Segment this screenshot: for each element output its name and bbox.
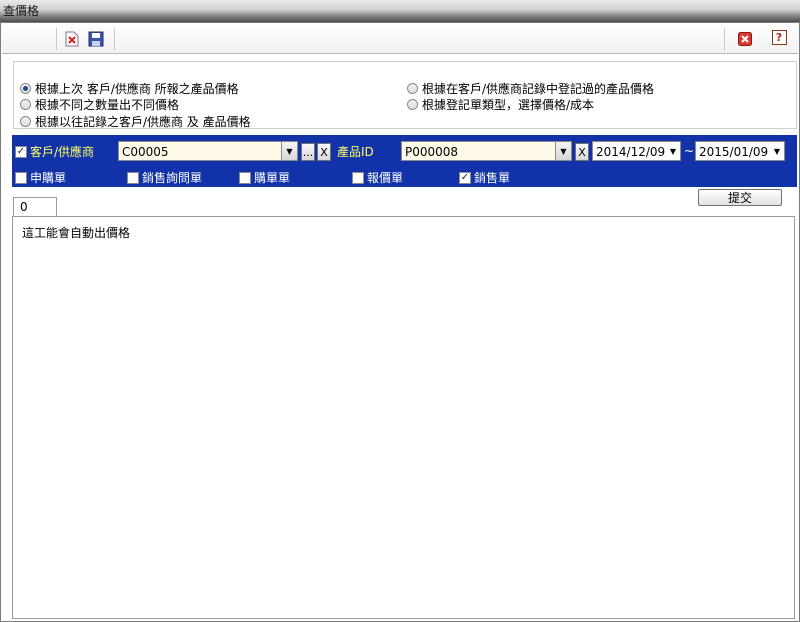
customer-clear-button[interactable]: X: [317, 143, 331, 161]
date-to-value: 2015/01/09: [699, 145, 769, 159]
checkbox[interactable]: [127, 171, 139, 184]
date-from-value: 2014/12/09: [596, 145, 666, 159]
doc-type-purchase-request[interactable]: 申購單: [15, 169, 66, 186]
radio-label: 根據登記單類型，選擇價格/成本: [422, 98, 595, 112]
delete-button[interactable]: [62, 29, 82, 49]
chevron-down-icon[interactable]: ▼: [555, 142, 571, 160]
radio-button[interactable]: [407, 99, 418, 110]
radio-quantity-price[interactable]: 根據不同之數量出不同價格: [20, 96, 179, 113]
doc-type-label: 申購單: [30, 171, 67, 185]
save-icon: [88, 31, 104, 47]
toolbar: ?: [2, 24, 798, 54]
chevron-down-icon[interactable]: ▼: [281, 142, 297, 160]
doc-type-label: 購單單: [254, 171, 291, 185]
toolbar-separator: [114, 28, 115, 50]
radio-label: 根據在客戶/供應商記錄中登記過的產品價格: [422, 82, 655, 96]
customer-combo[interactable]: C00005 ▼: [118, 141, 298, 161]
chevron-down-icon[interactable]: ▼: [670, 147, 676, 156]
save-button[interactable]: [86, 29, 106, 49]
submit-button[interactable]: 提交: [698, 189, 782, 206]
radio-doc-type-price[interactable]: 根據登記單類型，選擇價格/成本: [407, 96, 594, 113]
checkbox[interactable]: ✓: [459, 171, 471, 184]
radio-history-price[interactable]: 根據以往記錄之客戶/供應商 及 產品價格: [20, 113, 251, 130]
customer-label: 客戶/供應商: [30, 145, 95, 159]
delete-icon: [65, 31, 79, 47]
product-value: P000008: [405, 145, 459, 159]
close-button[interactable]: [735, 29, 755, 49]
date-to-picker[interactable]: 2015/01/09 ▼: [695, 141, 785, 161]
radio-button[interactable]: [20, 116, 31, 127]
doc-type-label: 報價單: [367, 171, 404, 185]
radio-label: 根據不同之數量出不同價格: [35, 98, 180, 112]
doc-type-label: 銷售詢問單: [142, 171, 203, 185]
toolbar-separator: [724, 28, 725, 50]
tab-0[interactable]: 0: [13, 197, 57, 217]
product-clear-button[interactable]: X: [575, 143, 589, 161]
doc-type-quotation[interactable]: 報價單: [352, 169, 403, 186]
doc-type-purchase-order[interactable]: 購單單: [239, 169, 290, 186]
customer-filter-toggle[interactable]: ✓ 客戶/供應商: [15, 143, 94, 160]
help-icon: ?: [771, 29, 787, 45]
radio-selected-dot: [23, 86, 28, 91]
radio-registered-price[interactable]: 根據在客戶/供應商記錄中登記過的產品價格: [407, 80, 654, 97]
checkbox[interactable]: [239, 171, 251, 184]
filter-panel: ✓ 客戶/供應商 C00005 ▼ ... X 產品ID P000008 ▼ X…: [12, 135, 797, 206]
doc-type-sales-inquiry[interactable]: 銷售詢問單: [127, 169, 202, 186]
radio-button[interactable]: [407, 83, 418, 94]
date-separator: ~: [684, 144, 695, 158]
chevron-down-icon[interactable]: ▼: [774, 147, 780, 156]
checkbox[interactable]: [352, 171, 364, 184]
product-label: 產品ID: [337, 145, 374, 159]
date-from-picker[interactable]: 2014/12/09 ▼: [592, 141, 681, 161]
doc-type-label: 銷售單: [474, 171, 511, 185]
price-rule-options: 根據上次 客戶/供應商 所報之產品價格 根據在客戶/供應商記錄中登記過的產品價格…: [13, 61, 797, 129]
product-combo[interactable]: P000008 ▼: [401, 141, 572, 161]
customer-checkbox[interactable]: ✓: [15, 145, 27, 158]
window: ? 根據上次 客戶/供應商 所報之產品價格 根據在客戶/供應商記錄中登記過的產品…: [0, 22, 800, 622]
radio-button[interactable]: [20, 99, 31, 110]
checkbox[interactable]: [15, 171, 27, 184]
title-bar: 查價格: [0, 0, 800, 22]
radio-label: 根據上次 客戶/供應商 所報之產品價格: [35, 82, 239, 96]
result-text: 這工能會自動出價格: [22, 226, 131, 240]
customer-browse-button[interactable]: ...: [301, 143, 315, 161]
window-title: 查價格: [3, 4, 40, 18]
toolbar-separator: [56, 28, 57, 50]
doc-type-sales-order[interactable]: ✓ 銷售單: [459, 169, 510, 186]
radio-last-quoted[interactable]: 根據上次 客戶/供應商 所報之產品價格: [20, 80, 239, 97]
close-icon: [738, 32, 752, 46]
customer-value: C00005: [122, 145, 169, 159]
help-button[interactable]: ?: [769, 27, 789, 47]
result-panel: 這工能會自動出價格: [12, 216, 795, 619]
radio-button[interactable]: [20, 83, 31, 94]
radio-label: 根據以往記錄之客戶/供應商 及 產品價格: [35, 115, 251, 129]
